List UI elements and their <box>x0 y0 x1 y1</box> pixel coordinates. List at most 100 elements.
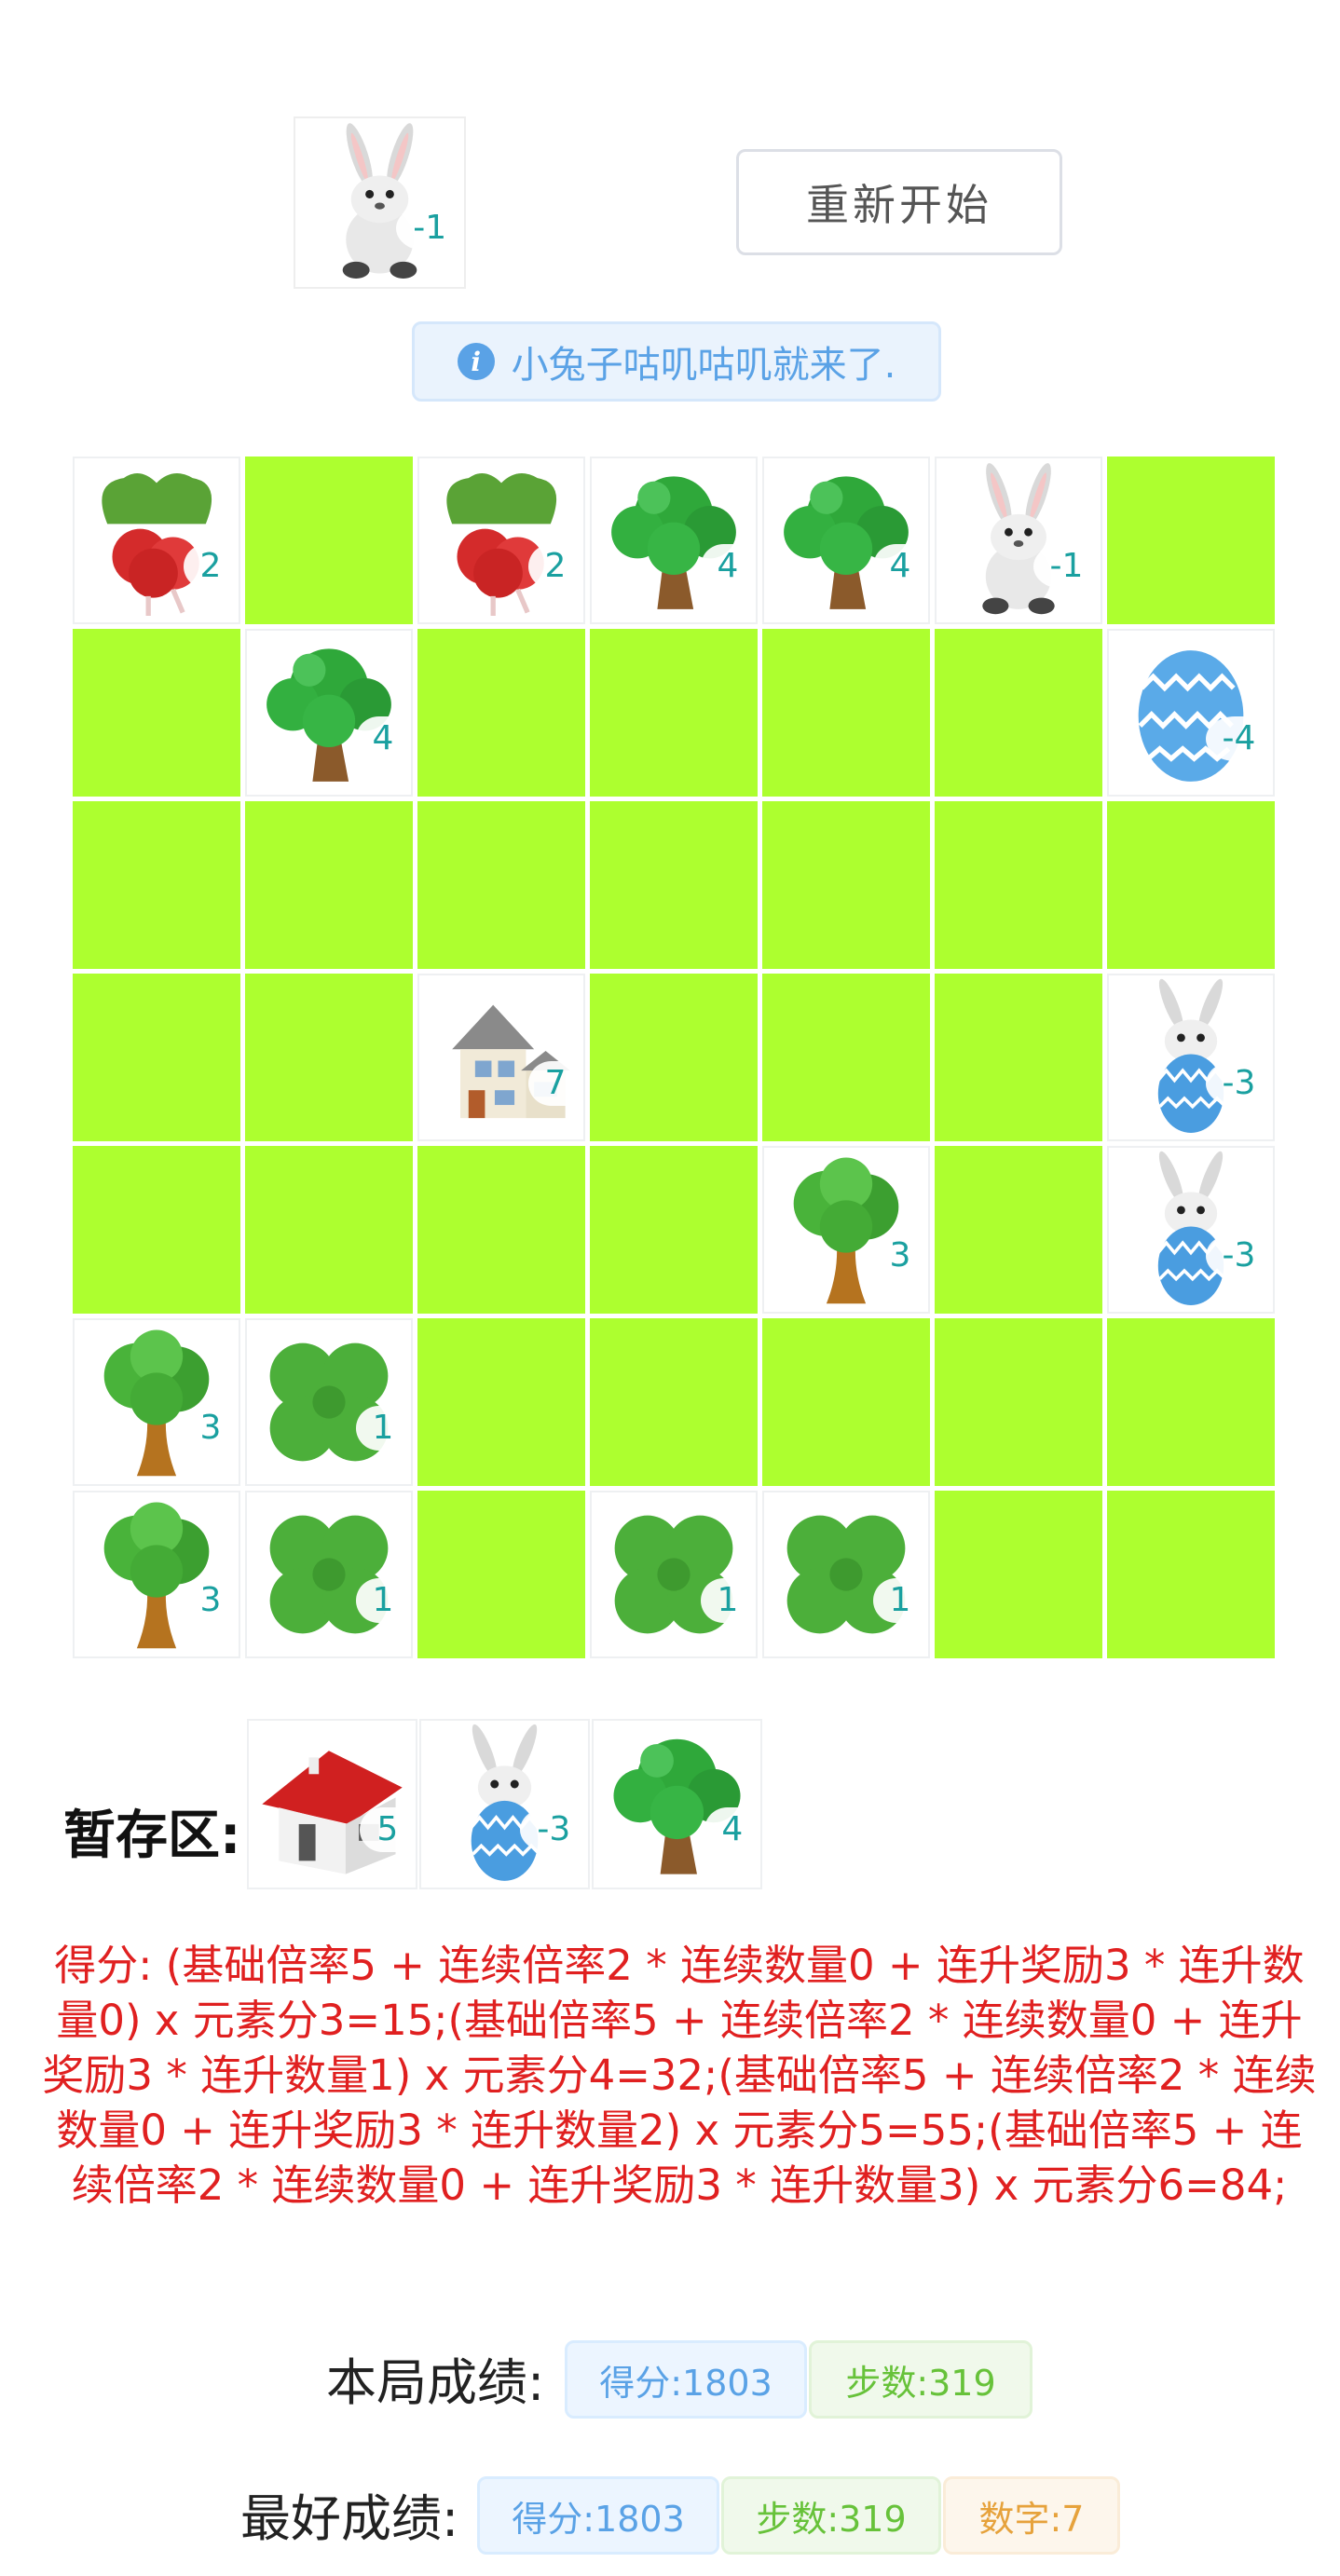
current-piece-value: -1 <box>396 206 455 252</box>
cell-value: 7 <box>527 1060 574 1106</box>
tree-icon <box>764 1148 928 1312</box>
cell-value: 2 <box>527 543 574 589</box>
best-score-label: 最好成绩: <box>240 2488 459 2548</box>
bush-tree-icon <box>594 1721 760 1888</box>
current-score-label: 本局成绩: <box>326 2352 545 2412</box>
bush-tree-icon <box>247 631 411 795</box>
cell-value: 1 <box>355 1577 402 1623</box>
board-cell[interactable]: 1 <box>590 1491 758 1658</box>
best-score-badge: 得分:1803 <box>477 2476 719 2555</box>
board-cell[interactable] <box>245 1146 413 1314</box>
cell-value: -4 <box>1205 716 1264 761</box>
cell-value: 4 <box>872 543 919 589</box>
board-cell[interactable] <box>417 801 585 969</box>
board-cell[interactable]: 2 <box>417 457 585 624</box>
stash-slot[interactable]: -3 <box>419 1719 590 1889</box>
board-cell[interactable]: -4 <box>1107 629 1275 797</box>
board-cell[interactable] <box>590 801 758 969</box>
stash-value: 4 <box>704 1807 751 1853</box>
bush-tree-icon <box>592 458 756 622</box>
cell-value: -3 <box>1205 1233 1264 1278</box>
board-cell[interactable] <box>590 1318 758 1486</box>
board-cell[interactable]: 3 <box>73 1318 240 1486</box>
restart-button[interactable]: 重新开始 <box>736 149 1062 255</box>
bush-tree-icon <box>764 458 928 622</box>
board-cell[interactable]: 4 <box>762 457 930 624</box>
board-cell[interactable] <box>935 974 1102 1141</box>
radish-icon <box>419 458 583 622</box>
board-cell[interactable] <box>1107 1491 1275 1658</box>
radish-icon <box>75 458 239 622</box>
cell-value: 3 <box>872 1233 919 1278</box>
game-board: 2 2 4 4 -1 4 -4 7 -3 3 -3 3 1 3 1 1 1 <box>73 457 1284 1668</box>
board-cell[interactable] <box>73 629 240 797</box>
board-cell[interactable]: 2 <box>73 457 240 624</box>
current-steps-badge: 步数:319 <box>809 2340 1032 2419</box>
stash-value: -3 <box>520 1807 579 1853</box>
board-cell[interactable] <box>245 974 413 1141</box>
cell-value: 1 <box>872 1577 919 1623</box>
board-cell[interactable] <box>417 629 585 797</box>
cell-value: 1 <box>355 1405 402 1451</box>
stash-value: 5 <box>360 1807 406 1853</box>
cell-value: 2 <box>183 543 229 589</box>
board-cell[interactable] <box>1107 1318 1275 1486</box>
board-cell[interactable] <box>73 974 240 1141</box>
board-cell[interactable]: -1 <box>935 457 1102 624</box>
board-cell[interactable]: 4 <box>590 457 758 624</box>
board-cell[interactable] <box>935 801 1102 969</box>
board-cell[interactable] <box>245 801 413 969</box>
clover-icon <box>247 1492 411 1656</box>
easter-egg-icon <box>1109 631 1273 795</box>
board-cell[interactable]: 7 <box>417 974 585 1141</box>
board-cell[interactable] <box>590 974 758 1141</box>
cell-value: -1 <box>1032 543 1091 589</box>
stash-slot[interactable]: 5 <box>247 1719 417 1889</box>
board-cell[interactable] <box>935 1318 1102 1486</box>
bunny-icon <box>937 458 1101 622</box>
cell-value: 4 <box>700 543 746 589</box>
board-cell[interactable] <box>935 1491 1102 1658</box>
board-cell[interactable] <box>762 1318 930 1486</box>
egg-bunny-icon <box>1109 1148 1273 1312</box>
cell-value: 1 <box>700 1577 746 1623</box>
board-cell[interactable]: 3 <box>762 1146 930 1314</box>
stash-area: 5 -3 4 <box>247 1719 769 1891</box>
board-cell[interactable] <box>73 801 240 969</box>
board-cell[interactable]: -3 <box>1107 974 1275 1141</box>
score-formula: 得分: (基础倍率5 + 连续倍率2 * 连续数量0 + 连升奖励3 * 连升数… <box>42 1941 1317 2210</box>
info-icon: i <box>457 343 495 380</box>
board-cell[interactable] <box>590 1146 758 1314</box>
board-cell[interactable]: 1 <box>762 1491 930 1658</box>
board-cell[interactable] <box>762 801 930 969</box>
board-cell[interactable] <box>1107 801 1275 969</box>
cell-value: 3 <box>183 1577 229 1623</box>
board-cell[interactable]: 1 <box>245 1318 413 1486</box>
current-score-badge: 得分:1803 <box>565 2340 807 2419</box>
info-message-text: 小兔子咕叽咕叽就来了. <box>511 344 896 387</box>
board-cell[interactable] <box>417 1318 585 1486</box>
stash-label: 暂存区: <box>63 1805 241 1866</box>
board-cell[interactable] <box>73 1146 240 1314</box>
mansion-icon <box>419 975 583 1139</box>
board-cell[interactable]: 1 <box>245 1491 413 1658</box>
current-piece-icon <box>295 118 464 287</box>
board-cell[interactable] <box>417 1491 585 1658</box>
board-cell[interactable] <box>762 629 930 797</box>
board-cell[interactable]: -3 <box>1107 1146 1275 1314</box>
board-cell[interactable] <box>590 629 758 797</box>
board-cell[interactable] <box>417 1146 585 1314</box>
info-message: i 小兔子咕叽咕叽就来了. <box>412 321 941 402</box>
board-cell[interactable]: 3 <box>73 1491 240 1658</box>
board-cell[interactable]: 4 <box>245 629 413 797</box>
cell-value: 4 <box>355 716 402 761</box>
tree-icon <box>75 1320 239 1484</box>
board-cell[interactable] <box>935 629 1102 797</box>
cell-value: 3 <box>183 1405 229 1451</box>
board-cell[interactable] <box>245 457 413 624</box>
board-cell[interactable] <box>935 1146 1102 1314</box>
board-cell[interactable] <box>762 974 930 1141</box>
stash-slot[interactable]: 4 <box>592 1719 762 1889</box>
best-steps-badge: 步数:319 <box>721 2476 941 2555</box>
board-cell[interactable] <box>1107 457 1275 624</box>
